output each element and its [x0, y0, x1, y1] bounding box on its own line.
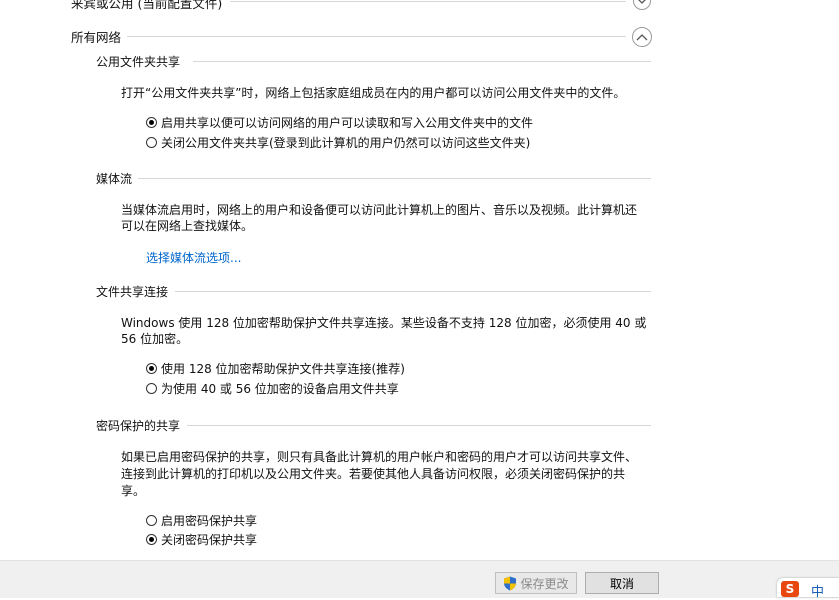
encryption-40-56-radio[interactable]: 为使用 40 或 56 位加密的设备启用文件共享: [146, 380, 399, 397]
media-streaming-section-title: 媒体流: [96, 172, 133, 186]
radio-button[interactable]: [146, 383, 157, 394]
profile-all-networks-title: 所有网络: [71, 30, 122, 45]
radio-label: 关闭公用文件夹共享(登录到此计算机的用户仍然可以访问这些文件夹): [161, 136, 531, 150]
password-sharing-description-line2: 连接到此计算机的打印机以及公用文件夹。若要使其他人具备访问权限，必须关闭密码保护…: [121, 467, 626, 481]
radio-button[interactable]: [146, 534, 157, 545]
public-folder-disable-radio[interactable]: 关闭公用文件夹共享(登录到此计算机的用户仍然可以访问这些文件夹): [146, 134, 530, 151]
password-sharing-description-line3: 享。: [121, 484, 146, 498]
encryption-128-radio[interactable]: 使用 128 位加密帮助保护文件共享连接(推荐): [146, 360, 405, 377]
public-folder-enable-radio[interactable]: 启用共享以便可以访问网络的用户可以读取和写入公用文件夹中的文件: [146, 114, 533, 131]
public-folder-section-title: 公用文件夹共享: [96, 55, 181, 69]
password-sharing-section-title: 密码保护的共享: [96, 419, 181, 433]
choose-media-streaming-options-link[interactable]: 选择媒体流选项...: [146, 249, 241, 266]
shield-icon: [503, 576, 517, 591]
collapse-all-networks-button[interactable]: [632, 27, 652, 47]
expand-guest-profile-button[interactable]: [633, 0, 651, 10]
divider: [138, 178, 651, 179]
profile-guest-public-title: 来宾或公用 (当前配置文件): [71, 0, 223, 11]
media-streaming-description-line1: 当媒体流启用时，网络上的用户和设备便可以访问此计算机上的图片、音乐以及视频。此计…: [121, 203, 638, 217]
file-sharing-description-line2: 56 位加密。: [121, 332, 189, 346]
ime-toolbar[interactable]: S 中: [777, 578, 839, 600]
save-changes-button[interactable]: 保存更改: [495, 572, 577, 594]
radio-label: 使用 128 位加密帮助保护文件共享连接(推荐): [161, 362, 405, 376]
divider: [193, 61, 651, 62]
ime-mode-indicator[interactable]: 中: [811, 581, 824, 600]
public-folder-description: 打开“公用文件夹共享”时，网络上包括家庭组成员在内的用户都可以访问公用文件夹中的…: [121, 86, 626, 100]
radio-label: 关闭密码保护共享: [161, 533, 258, 547]
radio-label: 为使用 40 或 56 位加密的设备启用文件共享: [161, 382, 399, 396]
dialog-footer: 保存更改 取消: [0, 560, 839, 598]
radio-button[interactable]: [146, 137, 157, 148]
divider: [187, 425, 651, 426]
radio-button[interactable]: [146, 117, 157, 128]
file-sharing-section-title: 文件共享连接: [96, 285, 169, 299]
cancel-button[interactable]: 取消: [585, 572, 659, 594]
save-changes-label: 保存更改: [520, 576, 569, 591]
media-streaming-description-line2: 可以在网络上查找媒体。: [121, 219, 254, 233]
password-sharing-description-line1: 如果已启用密码保护的共享，则只有具备此计算机的用户帐户和密码的用户才可以访问共享…: [121, 450, 638, 464]
radio-button[interactable]: [146, 515, 157, 526]
radio-label: 启用共享以便可以访问网络的用户可以读取和写入公用文件夹中的文件: [161, 116, 534, 130]
divider: [230, 1, 626, 2]
divider: [127, 36, 626, 37]
password-sharing-off-radio[interactable]: 关闭密码保护共享: [146, 531, 257, 548]
sogou-ime-logo-icon: S: [781, 581, 799, 597]
file-sharing-description-line1: Windows 使用 128 位加密帮助保护文件共享连接。某些设备不支持 128…: [121, 316, 647, 330]
password-sharing-on-radio[interactable]: 启用密码保护共享: [146, 512, 257, 529]
cancel-label: 取消: [609, 576, 634, 591]
divider: [175, 291, 651, 292]
radio-button[interactable]: [146, 363, 157, 374]
radio-label: 启用密码保护共享: [161, 514, 258, 528]
